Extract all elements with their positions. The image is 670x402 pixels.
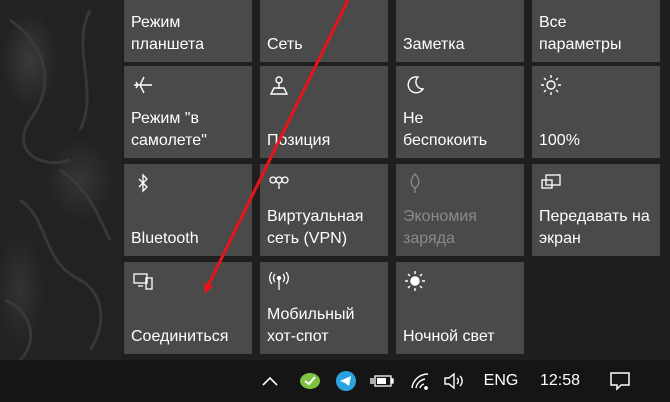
tile-note[interactable]: Заметка xyxy=(396,0,524,62)
taskbar: ENG 12:58 xyxy=(0,360,670,402)
tile-tablet-mode[interactable]: Режим планшета xyxy=(124,0,252,62)
connect-icon xyxy=(132,270,154,292)
tile-label: Мобильный хот-спот xyxy=(267,306,355,345)
tile-label: Все параметры xyxy=(539,14,622,53)
app-tray-icon[interactable] xyxy=(296,360,324,402)
tile-all-settings[interactable]: Все параметры xyxy=(532,0,660,62)
tile-project[interactable]: Передавать на экран xyxy=(532,164,660,256)
tile-brightness[interactable]: 100% xyxy=(532,66,660,158)
tile-label: Режим "в самолете" xyxy=(131,110,207,149)
tile-label: Позиция xyxy=(267,132,331,149)
volume-icon[interactable] xyxy=(440,360,468,402)
tile-quiet-hours[interactable]: Не беспокоить xyxy=(396,66,524,158)
tile-connect[interactable]: Соединиться xyxy=(124,262,252,354)
language-indicator[interactable]: ENG xyxy=(476,360,526,402)
vpn-icon xyxy=(268,172,290,194)
desktop-wallpaper xyxy=(0,0,122,360)
tile-network[interactable]: Сеть xyxy=(260,0,388,62)
location-icon xyxy=(268,74,290,96)
chevron-up-icon[interactable] xyxy=(258,360,282,402)
action-center-icon[interactable] xyxy=(600,360,640,402)
tile-label: Сеть xyxy=(267,36,303,53)
hotspot-icon xyxy=(268,270,290,292)
moon-icon xyxy=(404,74,426,96)
tile-label: Bluetooth xyxy=(131,230,199,247)
tile-battery-saver[interactable]: Экономия заряда xyxy=(396,164,524,256)
bluetooth-icon xyxy=(132,172,154,194)
tile-bluetooth[interactable]: Bluetooth xyxy=(124,164,252,256)
tile-mobile-hotspot[interactable]: Мобильный хот-спот xyxy=(260,262,388,354)
tile-label: Экономия заряда xyxy=(403,208,477,247)
project-icon xyxy=(540,172,562,194)
brightness-icon xyxy=(540,74,562,96)
battery-icon[interactable] xyxy=(368,360,396,402)
tile-label: Режим планшета xyxy=(131,14,204,53)
action-center-panel: Режим планшета Сеть Заметка Все параметр… xyxy=(122,0,670,360)
tile-label: Передавать на экран xyxy=(539,208,650,247)
tile-location[interactable]: Позиция xyxy=(260,66,388,158)
battery-saver-icon xyxy=(404,172,426,194)
tile-label: 100% xyxy=(539,132,580,149)
wifi-icon[interactable] xyxy=(406,360,434,402)
tile-label: Ночной свет xyxy=(403,328,495,345)
night-light-icon xyxy=(404,270,426,292)
tile-label: Виртуальная сеть (VPN) xyxy=(267,208,364,247)
tile-night-light[interactable]: Ночной свет xyxy=(396,262,524,354)
telegram-icon[interactable] xyxy=(332,360,360,402)
tile-label: Заметка xyxy=(403,36,465,53)
tile-label: Не беспокоить xyxy=(403,110,488,149)
tile-airplane-mode[interactable]: Режим "в самолете" xyxy=(124,66,252,158)
tile-vpn[interactable]: Виртуальная сеть (VPN) xyxy=(260,164,388,256)
tile-label: Соединиться xyxy=(131,328,229,345)
clock[interactable]: 12:58 xyxy=(532,360,588,402)
airplane-icon xyxy=(132,74,154,96)
